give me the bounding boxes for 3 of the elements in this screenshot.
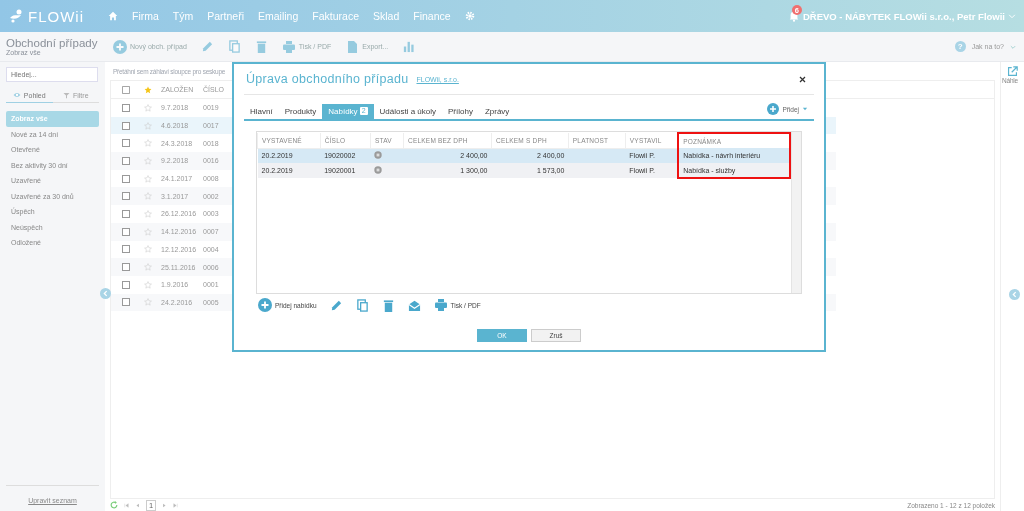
page-title: Obchodní případy: [6, 37, 99, 49]
dialog-title: Úprava obchodního případu: [246, 72, 409, 86]
logo-text: FLOWii: [28, 7, 84, 25]
